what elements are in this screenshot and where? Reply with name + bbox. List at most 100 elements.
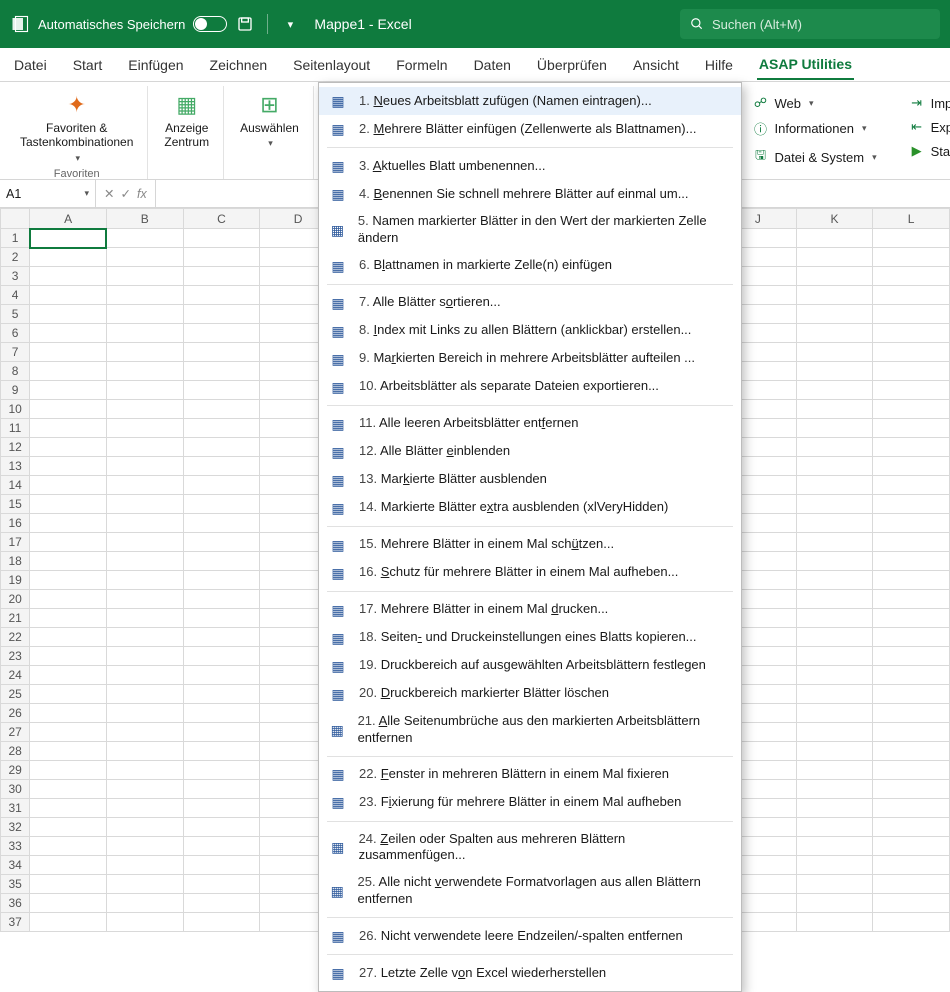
- cell-K18[interactable]: [796, 552, 873, 571]
- tab-datei[interactable]: Datei: [12, 51, 49, 79]
- tab-hilfe[interactable]: Hilfe: [703, 51, 735, 79]
- cell-K6[interactable]: [796, 324, 873, 343]
- cell-L15[interactable]: [873, 495, 950, 514]
- cell-K30[interactable]: [796, 780, 873, 799]
- save-icon[interactable]: [235, 14, 255, 34]
- cell-K23[interactable]: [796, 647, 873, 666]
- row-header-15[interactable]: 15: [1, 495, 30, 514]
- cell-L37[interactable]: [873, 913, 950, 932]
- cell-K10[interactable]: [796, 400, 873, 419]
- row-header-32[interactable]: 32: [1, 818, 30, 837]
- cell-K29[interactable]: [796, 761, 873, 780]
- cell-A5[interactable]: [30, 305, 107, 324]
- cell-B32[interactable]: [106, 818, 183, 837]
- cell-K15[interactable]: [796, 495, 873, 514]
- row-header-23[interactable]: 23: [1, 647, 30, 666]
- cell-C25[interactable]: [183, 685, 260, 704]
- menu-item-7[interactable]: ▦7. Alle Blätter sortieren...: [319, 289, 741, 317]
- cell-B33[interactable]: [106, 837, 183, 856]
- cell-K16[interactable]: [796, 514, 873, 533]
- cell-C20[interactable]: [183, 590, 260, 609]
- menu-item-10[interactable]: ▦10. Arbeitsblätter als separate Dateien…: [319, 373, 741, 401]
- cell-B8[interactable]: [106, 362, 183, 381]
- row-header-20[interactable]: 20: [1, 590, 30, 609]
- cell-A14[interactable]: [30, 476, 107, 495]
- row-header-5[interactable]: 5: [1, 305, 30, 324]
- cell-K2[interactable]: [796, 248, 873, 267]
- cell-C30[interactable]: [183, 780, 260, 799]
- row-header-3[interactable]: 3: [1, 267, 30, 286]
- tab-seitenlayout[interactable]: Seitenlayout: [291, 51, 372, 79]
- cell-C19[interactable]: [183, 571, 260, 590]
- menu-item-22[interactable]: ▦22. Fenster in mehreren Blättern in ein…: [319, 761, 741, 789]
- row-header-35[interactable]: 35: [1, 875, 30, 894]
- cell-C26[interactable]: [183, 704, 260, 723]
- cell-K17[interactable]: [796, 533, 873, 552]
- row-header-2[interactable]: 2: [1, 248, 30, 267]
- cell-C16[interactable]: [183, 514, 260, 533]
- cell-L12[interactable]: [873, 438, 950, 457]
- menu-item-23[interactable]: ▦23. Fixierung für mehrere Blätter in ei…: [319, 789, 741, 817]
- cell-K27[interactable]: [796, 723, 873, 742]
- cell-B13[interactable]: [106, 457, 183, 476]
- cell-B22[interactable]: [106, 628, 183, 647]
- menu-item-26[interactable]: ▦26. Nicht verwendete leere Endzeilen/-s…: [319, 922, 741, 950]
- name-box[interactable]: A1 ▾: [0, 180, 96, 207]
- cell-A35[interactable]: [30, 875, 107, 894]
- cell-A33[interactable]: [30, 837, 107, 856]
- cell-K32[interactable]: [796, 818, 873, 837]
- cell-C37[interactable]: [183, 913, 260, 932]
- cell-B3[interactable]: [106, 267, 183, 286]
- cell-L8[interactable]: [873, 362, 950, 381]
- cell-B20[interactable]: [106, 590, 183, 609]
- cell-L33[interactable]: [873, 837, 950, 856]
- cell-L23[interactable]: [873, 647, 950, 666]
- cell-L28[interactable]: [873, 742, 950, 761]
- cell-L10[interactable]: [873, 400, 950, 419]
- cell-K19[interactable]: [796, 571, 873, 590]
- cell-B27[interactable]: [106, 723, 183, 742]
- cell-C23[interactable]: [183, 647, 260, 666]
- cell-B37[interactable]: [106, 913, 183, 932]
- cell-K31[interactable]: [796, 799, 873, 818]
- cell-C24[interactable]: [183, 666, 260, 685]
- cell-B25[interactable]: [106, 685, 183, 704]
- cell-C27[interactable]: [183, 723, 260, 742]
- menu-item-19[interactable]: ▦19. Druckbereich auf ausgewählten Arbei…: [319, 652, 741, 680]
- tab-einfügen[interactable]: Einfügen: [126, 51, 185, 79]
- row-header-6[interactable]: 6: [1, 324, 30, 343]
- menu-item-5[interactable]: ▦5. Namen markierter Blätter in den Wert…: [319, 208, 741, 252]
- cell-B30[interactable]: [106, 780, 183, 799]
- cell-B23[interactable]: [106, 647, 183, 666]
- cell-C31[interactable]: [183, 799, 260, 818]
- cell-A18[interactable]: [30, 552, 107, 571]
- column-header-A[interactable]: A: [30, 209, 107, 229]
- cell-B14[interactable]: [106, 476, 183, 495]
- cell-C11[interactable]: [183, 419, 260, 438]
- cell-L31[interactable]: [873, 799, 950, 818]
- cell-A13[interactable]: [30, 457, 107, 476]
- cell-K12[interactable]: [796, 438, 873, 457]
- tab-formeln[interactable]: Formeln: [394, 51, 449, 79]
- cell-L21[interactable]: [873, 609, 950, 628]
- cell-L11[interactable]: [873, 419, 950, 438]
- cell-L1[interactable]: [873, 229, 950, 248]
- row-header-16[interactable]: 16: [1, 514, 30, 533]
- cell-A34[interactable]: [30, 856, 107, 875]
- cell-A21[interactable]: [30, 609, 107, 628]
- cell-A27[interactable]: [30, 723, 107, 742]
- row-header-9[interactable]: 9: [1, 381, 30, 400]
- row-header-34[interactable]: 34: [1, 856, 30, 875]
- cell-A8[interactable]: [30, 362, 107, 381]
- cell-K20[interactable]: [796, 590, 873, 609]
- row-header-21[interactable]: 21: [1, 609, 30, 628]
- cell-L36[interactable]: [873, 894, 950, 913]
- cell-B1[interactable]: [106, 229, 183, 248]
- cell-B5[interactable]: [106, 305, 183, 324]
- cell-C8[interactable]: [183, 362, 260, 381]
- cell-L9[interactable]: [873, 381, 950, 400]
- cell-C12[interactable]: [183, 438, 260, 457]
- menu-item-24[interactable]: ▦24. Zeilen oder Spalten aus mehreren Bl…: [319, 826, 741, 870]
- cell-C4[interactable]: [183, 286, 260, 305]
- menu-item-27[interactable]: ▦27. Letzte Zelle von Excel wiederherste…: [319, 959, 741, 987]
